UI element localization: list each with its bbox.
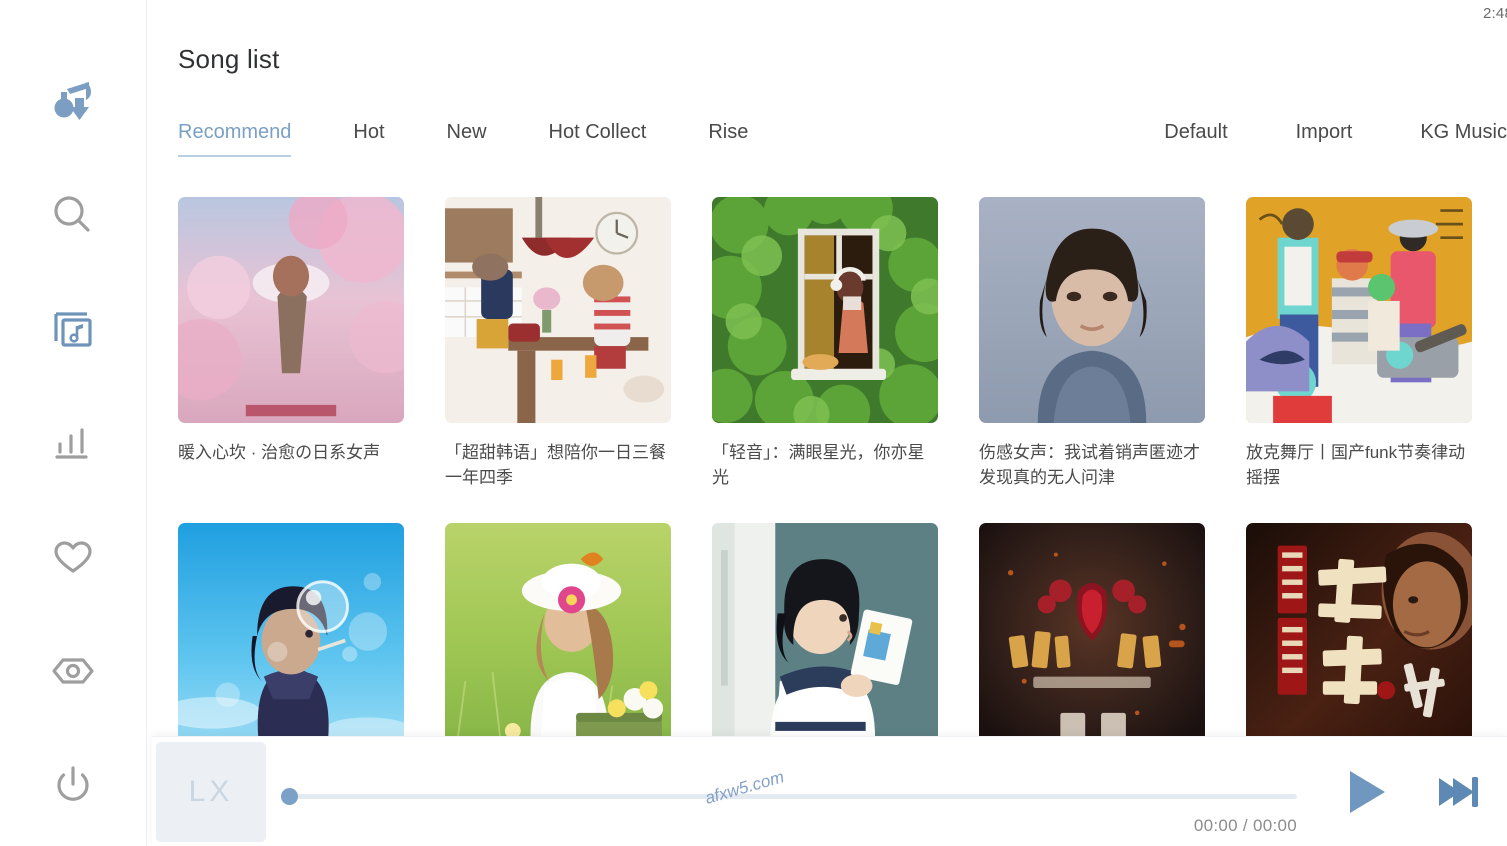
song-list-card[interactable]: 放克舞厅丨国产funk节奏律动摇摆 xyxy=(1246,197,1472,490)
time-display: 00:00 / 00:00 xyxy=(1193,815,1297,835)
album-art-kitchen-couple-illustration xyxy=(445,197,671,423)
now-playing-cover[interactable]: LX xyxy=(156,741,266,842)
sidebar-item-search[interactable] xyxy=(0,158,147,272)
tab-default[interactable]: Default xyxy=(1164,121,1227,157)
song-list-title: 放克舞厅丨国产funk节奏律动摇摆 xyxy=(1246,443,1466,487)
sidebar-item-download-music[interactable] xyxy=(0,44,147,158)
tab-hot[interactable]: Hot xyxy=(353,121,384,157)
tab-recommend[interactable]: Recommend xyxy=(178,121,292,157)
song-list-card[interactable] xyxy=(1246,523,1472,766)
ranking-chart-icon xyxy=(45,415,101,471)
song-list-title: 「超甜韩语」想陪你一日三餐 一年四季 xyxy=(445,443,666,487)
sidebar-item-exit[interactable] xyxy=(0,728,147,842)
progress-knob[interactable] xyxy=(281,787,298,805)
song-list-card[interactable] xyxy=(445,523,671,766)
song-list-title: 伤感女声：我试着销声匿迹才发现真的无人问津 xyxy=(979,443,1200,487)
progress-area: afxw5.com 00:00 / 00:00 xyxy=(274,742,1315,842)
main-content: 2:48 Song list Recommend Hot New Hot Col… xyxy=(147,0,1507,846)
sidebar-item-leaderboard[interactable] xyxy=(0,386,147,500)
song-list-card[interactable]: 「轻音」：满眼星光，你亦星光 xyxy=(712,197,938,490)
album-art-girl-meadow-photo xyxy=(445,523,671,749)
sidebar-item-song-list[interactable] xyxy=(0,272,147,386)
app-window: 2:48 Song list Recommend Hot New Hot Col… xyxy=(0,0,1507,846)
song-list-card[interactable]: 「超甜韩语」想陪你一日三餐 一年四季 xyxy=(445,197,671,490)
download-music-icon xyxy=(45,73,101,129)
heart-icon xyxy=(45,529,101,585)
album-art-bubble-boy-sky xyxy=(178,523,404,749)
album-art-sad-girl-photo xyxy=(979,197,1205,423)
album-art-call-me-by-fire-album xyxy=(979,523,1205,749)
sidebar xyxy=(0,0,147,846)
progress-track[interactable] xyxy=(286,793,1297,799)
song-list-card[interactable] xyxy=(712,523,938,766)
song-list-card[interactable] xyxy=(979,523,1205,766)
sidebar-item-settings[interactable] xyxy=(0,614,147,728)
song-list-title: 「轻音」：满眼星光，你亦星光 xyxy=(712,443,925,487)
power-icon xyxy=(45,757,101,813)
song-list-card[interactable] xyxy=(178,523,404,766)
tab-new[interactable]: New xyxy=(447,121,487,157)
song-list-grid: 暖入心坎 · 治愈の日系女声 「超甜韩语」想陪你一日三餐 一年四季 「轻音」：满… xyxy=(178,197,1507,766)
tabs-right: Default Import KG Music xyxy=(1096,121,1507,157)
search-icon xyxy=(45,187,101,243)
tabs-left: Recommend Hot New Hot Collect Rise xyxy=(178,121,810,157)
status-bar: 2:48 xyxy=(1207,0,1507,26)
next-track-button[interactable] xyxy=(1411,742,1507,842)
page-title: Song list xyxy=(178,44,280,74)
watermark: afxw5.com xyxy=(702,766,787,808)
song-list-icon xyxy=(45,301,101,357)
settings-hexagon-icon xyxy=(45,643,101,699)
album-art-cherry-blossom-anime xyxy=(178,197,404,423)
song-list-title: 暖入心坎 · 治愈の日系女声 xyxy=(178,443,381,462)
player-bar: LX afxw5.com 00:00 / 00:00 xyxy=(152,736,1507,846)
play-button[interactable] xyxy=(1315,742,1411,842)
cover-placeholder-label: LX xyxy=(188,774,234,808)
sidebar-item-my-love[interactable] xyxy=(0,500,147,614)
tab-import[interactable]: Import xyxy=(1296,121,1353,157)
song-list-card[interactable]: 伤感女声：我试着销声匿迹才发现真的无人问津 xyxy=(979,197,1205,490)
tabs-row: Recommend Hot New Hot Collect Rise Defau… xyxy=(178,121,1507,165)
tab-kg-music[interactable]: KG Music xyxy=(1420,121,1507,157)
album-art-reading-girl-illustration xyxy=(712,523,938,749)
album-art-chi-ling-2021-album xyxy=(1246,523,1472,749)
tab-rise[interactable]: Rise xyxy=(708,121,748,157)
tab-hot-collect[interactable]: Hot Collect xyxy=(549,121,647,157)
clock: 2:48 xyxy=(1483,4,1507,22)
song-list-card[interactable]: 暖入心坎 · 治愈の日系女声 xyxy=(178,197,404,490)
album-art-ivy-window-girl xyxy=(712,197,938,423)
album-art-funk-band-illustration xyxy=(1246,197,1472,423)
